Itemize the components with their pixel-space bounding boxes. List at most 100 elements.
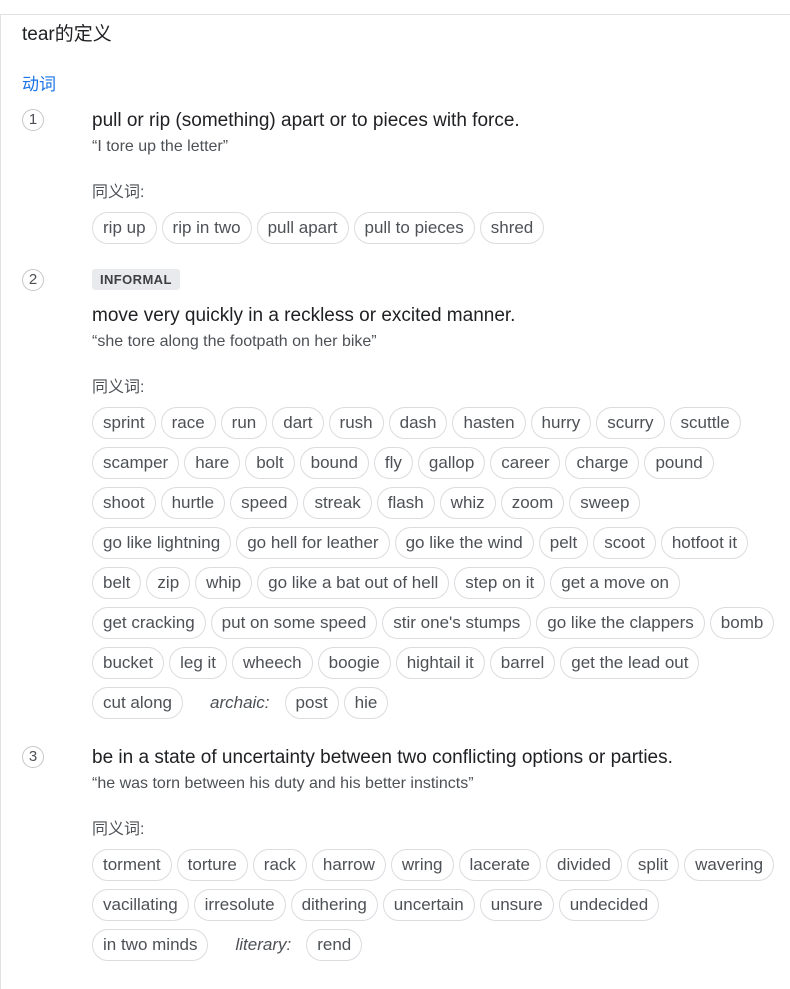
synonym-chip[interactable]: pull apart (256, 212, 349, 244)
synonym-chip[interactable]: boogie (317, 647, 391, 679)
definition: pull or rip (something) apart or to piec… (92, 110, 520, 131)
synonym-chip[interactable]: irresolute (193, 889, 286, 921)
synonym-chip[interactable]: whip (195, 567, 253, 599)
synonyms-label: 同义词: (92, 379, 145, 396)
example-sentence: “I tore up the letter” (92, 138, 229, 155)
synonym-chip[interactable]: cut along (92, 687, 183, 719)
sense-3: 3 be in a state of uncertainty between t… (22, 746, 780, 969)
synonym-chip[interactable]: zip (146, 567, 191, 599)
synonym-list: sprint race run dart rush dash hasten hurry scur… (92, 407, 780, 727)
register-label: literary: (235, 935, 292, 954)
synonym-chip[interactable]: scoot (593, 527, 656, 559)
synonym-chip[interactable]: charge (565, 447, 640, 479)
synonym-chip[interactable]: go hell for leather (236, 527, 390, 559)
synonym-chip[interactable]: wheech (232, 647, 313, 679)
definition: move very quickly in a reckless or excit… (92, 305, 516, 326)
sense-number: 1 (22, 109, 44, 131)
synonym-chip[interactable]: sweep (569, 487, 641, 519)
synonym-chip[interactable]: get cracking (92, 607, 206, 639)
synonym-chip[interactable]: in two minds (92, 929, 209, 961)
synonym-chip[interactable]: bolt (245, 447, 295, 479)
synonym-chip[interactable]: post (284, 687, 339, 719)
synonym-chip[interactable]: stir one's stumps (382, 607, 532, 639)
synonym-chip[interactable]: rip up (92, 212, 157, 244)
synonym-chip[interactable]: hare (184, 447, 241, 479)
synonym-chip[interactable]: streak (303, 487, 372, 519)
synonym-chip[interactable]: career (490, 447, 561, 479)
synonym-chip[interactable]: bound (299, 447, 369, 479)
synonym-chip[interactable]: whiz (439, 487, 496, 519)
synonym-list: torment torture rack harrow wring lacerate div… (92, 849, 780, 969)
definition: be in a state of uncertainty between two… (92, 747, 673, 768)
synonym-chip[interactable]: race (160, 407, 216, 439)
synonym-chip[interactable]: bucket (92, 647, 165, 679)
synonym-chip[interactable]: flash (376, 487, 435, 519)
synonym-chip[interactable]: harrow (311, 849, 386, 881)
synonym-chip[interactable]: rush (328, 407, 384, 439)
synonym-chip[interactable]: rend (306, 929, 363, 961)
synonym-chip[interactable]: put on some speed (210, 607, 378, 639)
synonym-chip[interactable]: divided (545, 849, 622, 881)
synonym-chip[interactable]: torture (176, 849, 248, 881)
synonym-chip[interactable]: rack (252, 849, 307, 881)
synonym-chip[interactable]: split (626, 849, 680, 881)
synonym-chip[interactable]: unsure (479, 889, 554, 921)
synonym-chip[interactable]: gallop (417, 447, 486, 479)
synonym-chip[interactable]: pelt (538, 527, 589, 559)
synonym-chip[interactable]: go like the wind (394, 527, 534, 559)
synonym-chip[interactable]: bomb (709, 607, 775, 639)
page-title: tear的定义 (22, 24, 112, 45)
synonym-chip[interactable]: hightail it (395, 647, 485, 679)
synonym-chip[interactable]: sprint (92, 407, 156, 439)
synonym-chip[interactable]: wring (390, 849, 454, 881)
register-badge: INFORMAL (92, 269, 180, 290)
sense-number: 2 (22, 269, 44, 291)
synonym-chip[interactable]: pull to pieces (353, 212, 475, 244)
synonym-chip[interactable]: zoom (500, 487, 565, 519)
synonym-chip[interactable]: go like a bat out of hell (257, 567, 450, 599)
synonym-chip[interactable]: barrel (489, 647, 556, 679)
synonym-chip[interactable]: uncertain (382, 889, 475, 921)
synonym-chip[interactable]: hie (343, 687, 389, 719)
sense-1: 1 pull or rip (something) apart or to pi… (22, 109, 780, 252)
synonym-chip[interactable]: undecided (558, 889, 660, 921)
synonym-chip[interactable]: hurry (530, 407, 592, 439)
synonym-chip[interactable]: go like lightning (92, 527, 232, 559)
synonym-chip[interactable]: rip in two (161, 212, 252, 244)
synonym-chip[interactable]: dithering (290, 889, 378, 921)
left-divider (0, 14, 1, 989)
synonym-chip[interactable]: fly (373, 447, 413, 479)
synonym-chip[interactable]: scurry (596, 407, 665, 439)
synonym-chip[interactable]: hasten (452, 407, 526, 439)
sense-number: 3 (22, 746, 44, 768)
synonym-chip[interactable]: scamper (92, 447, 180, 479)
synonym-chip[interactable]: leg it (169, 647, 228, 679)
part-of-speech: 动词 (22, 75, 56, 94)
top-divider (0, 14, 790, 15)
synonym-chip[interactable]: shred (479, 212, 545, 244)
synonym-chip[interactable]: scuttle (669, 407, 741, 439)
synonym-chip[interactable]: speed (230, 487, 299, 519)
synonym-chip[interactable]: hotfoot it (660, 527, 749, 559)
sense-2: 2 INFORMAL move very quickly in a reckle… (22, 269, 780, 727)
synonyms-label: 同义词: (92, 184, 145, 201)
synonym-chip[interactable]: lacerate (458, 849, 541, 881)
synonym-chip[interactable]: step on it (454, 567, 546, 599)
synonym-chip[interactable]: pound (644, 447, 714, 479)
synonym-chip[interactable]: belt (92, 567, 142, 599)
synonym-chip[interactable]: vacillating (92, 889, 189, 921)
synonym-chip[interactable]: shoot (92, 487, 156, 519)
synonym-chip[interactable]: torment (92, 849, 172, 881)
synonym-list: rip up rip in two pull apart pull to pieces… (92, 212, 780, 252)
register-label: archaic: (210, 693, 270, 712)
synonym-chip[interactable]: go like the clappers (536, 607, 705, 639)
example-sentence: “he was torn between his duty and his be… (92, 775, 474, 792)
synonym-chip[interactable]: get a move on (550, 567, 680, 599)
synonym-chip[interactable]: run (220, 407, 268, 439)
synonym-chip[interactable]: get the lead out (560, 647, 700, 679)
synonym-chip[interactable]: hurtle (160, 487, 226, 519)
synonym-chip[interactable]: dart (272, 407, 324, 439)
example-sentence: “she tore along the footpath on her bike… (92, 333, 377, 350)
synonym-chip[interactable]: wavering (684, 849, 775, 881)
synonym-chip[interactable]: dash (388, 407, 448, 439)
